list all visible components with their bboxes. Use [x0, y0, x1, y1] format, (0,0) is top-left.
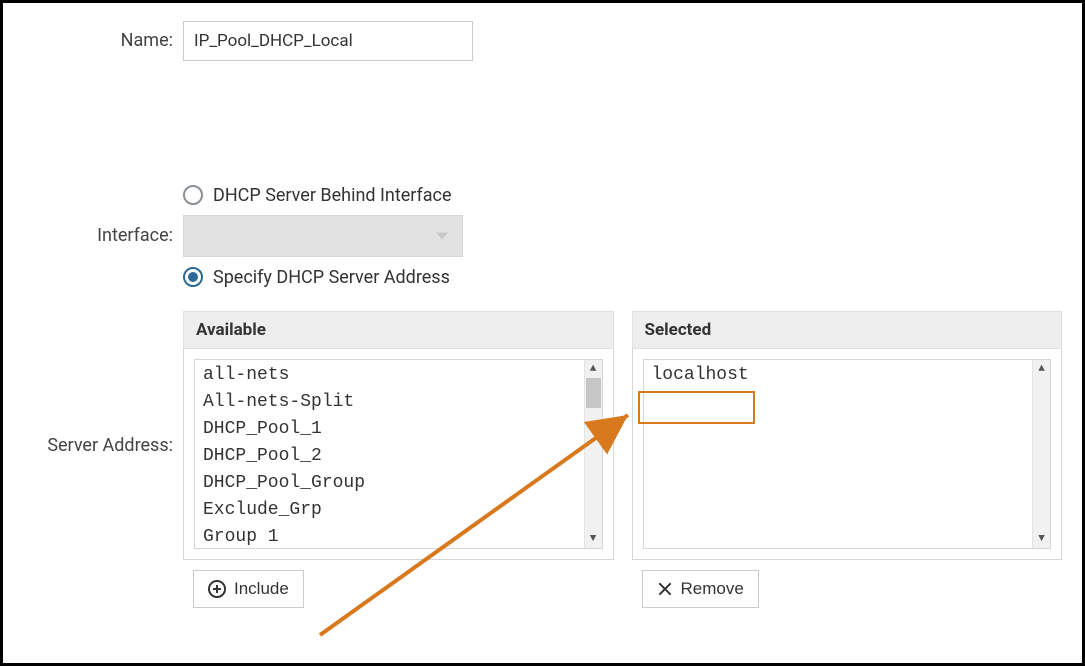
scroll-thumb[interactable] [586, 378, 601, 408]
chevron-down-icon [436, 233, 448, 240]
include-button[interactable]: Include [193, 570, 304, 608]
available-buttons: Include [183, 560, 614, 608]
list-item[interactable]: DHCP_Pool_2 [203, 443, 580, 470]
scroll-down-icon[interactable]: ▼ [1033, 530, 1050, 548]
name-input[interactable] [183, 21, 473, 61]
list-item[interactable]: localhost [652, 362, 1029, 389]
available-col: Available all-netsAll-nets-SplitDHCP_Poo… [183, 311, 614, 608]
label-name: Name: [23, 21, 183, 61]
list-item[interactable]: Group 1 [203, 524, 580, 549]
field-name [183, 21, 1062, 61]
radio-specify-address-row[interactable]: Specify DHCP Server Address [183, 261, 1062, 293]
field-interface: DHCP Server Behind Interface Specify DHC… [183, 179, 1062, 293]
row-interface: Interface: DHCP Server Behind Interface … [23, 179, 1062, 293]
selected-buttons: Remove [632, 560, 1063, 608]
close-icon [657, 581, 673, 597]
radio-specify-address-label: Specify DHCP Server Address [213, 267, 450, 288]
scroll-up-icon[interactable]: ▲ [585, 360, 602, 378]
selected-header: Selected [632, 311, 1063, 349]
list-item[interactable]: all-nets [203, 362, 580, 389]
available-scrollbar[interactable]: ▲ ▼ [584, 360, 602, 548]
radio-behind-interface-label: DHCP Server Behind Interface [213, 185, 452, 206]
dual-list: Available all-netsAll-nets-SplitDHCP_Poo… [183, 311, 1062, 608]
radio-behind-interface-row[interactable]: DHCP Server Behind Interface [183, 179, 1062, 211]
scroll-down-icon[interactable]: ▼ [585, 530, 602, 548]
interface-select[interactable] [183, 215, 463, 257]
list-item[interactable]: DHCP_Pool_Group [203, 470, 580, 497]
selected-scrollbar[interactable]: ▲ ▼ [1032, 360, 1050, 548]
scroll-up-icon[interactable]: ▲ [1033, 360, 1050, 378]
dialog-frame: Name: Interface: DHCP Server Behind Inte… [0, 0, 1085, 666]
list-item[interactable]: All-nets-Split [203, 389, 580, 416]
selected-listbox[interactable]: localhost ▲ ▼ [643, 359, 1052, 549]
list-item[interactable]: Exclude_Grp [203, 497, 580, 524]
include-button-label: Include [234, 579, 289, 599]
label-server-address: Server Address: [23, 305, 183, 456]
selected-list-wrap: localhost ▲ ▼ [632, 349, 1063, 560]
remove-button-label: Remove [681, 579, 744, 599]
label-interface: Interface: [23, 179, 183, 246]
list-item[interactable]: DHCP_Pool_1 [203, 416, 580, 443]
remove-button[interactable]: Remove [642, 570, 759, 608]
plus-circle-icon [208, 580, 226, 598]
selected-col: Selected localhost ▲ ▼ [632, 311, 1063, 608]
available-list-wrap: all-netsAll-nets-SplitDHCP_Pool_1DHCP_Po… [183, 349, 614, 560]
row-name: Name: [23, 21, 1062, 61]
radio-behind-interface[interactable] [183, 185, 203, 205]
available-header: Available [183, 311, 614, 349]
field-server-address: Available all-netsAll-nets-SplitDHCP_Poo… [183, 305, 1062, 608]
row-server-address: Server Address: Available all-netsAll-ne… [23, 305, 1062, 608]
spacer [23, 69, 1062, 179]
radio-specify-address[interactable] [183, 267, 203, 287]
available-listbox[interactable]: all-netsAll-nets-SplitDHCP_Pool_1DHCP_Po… [194, 359, 603, 549]
